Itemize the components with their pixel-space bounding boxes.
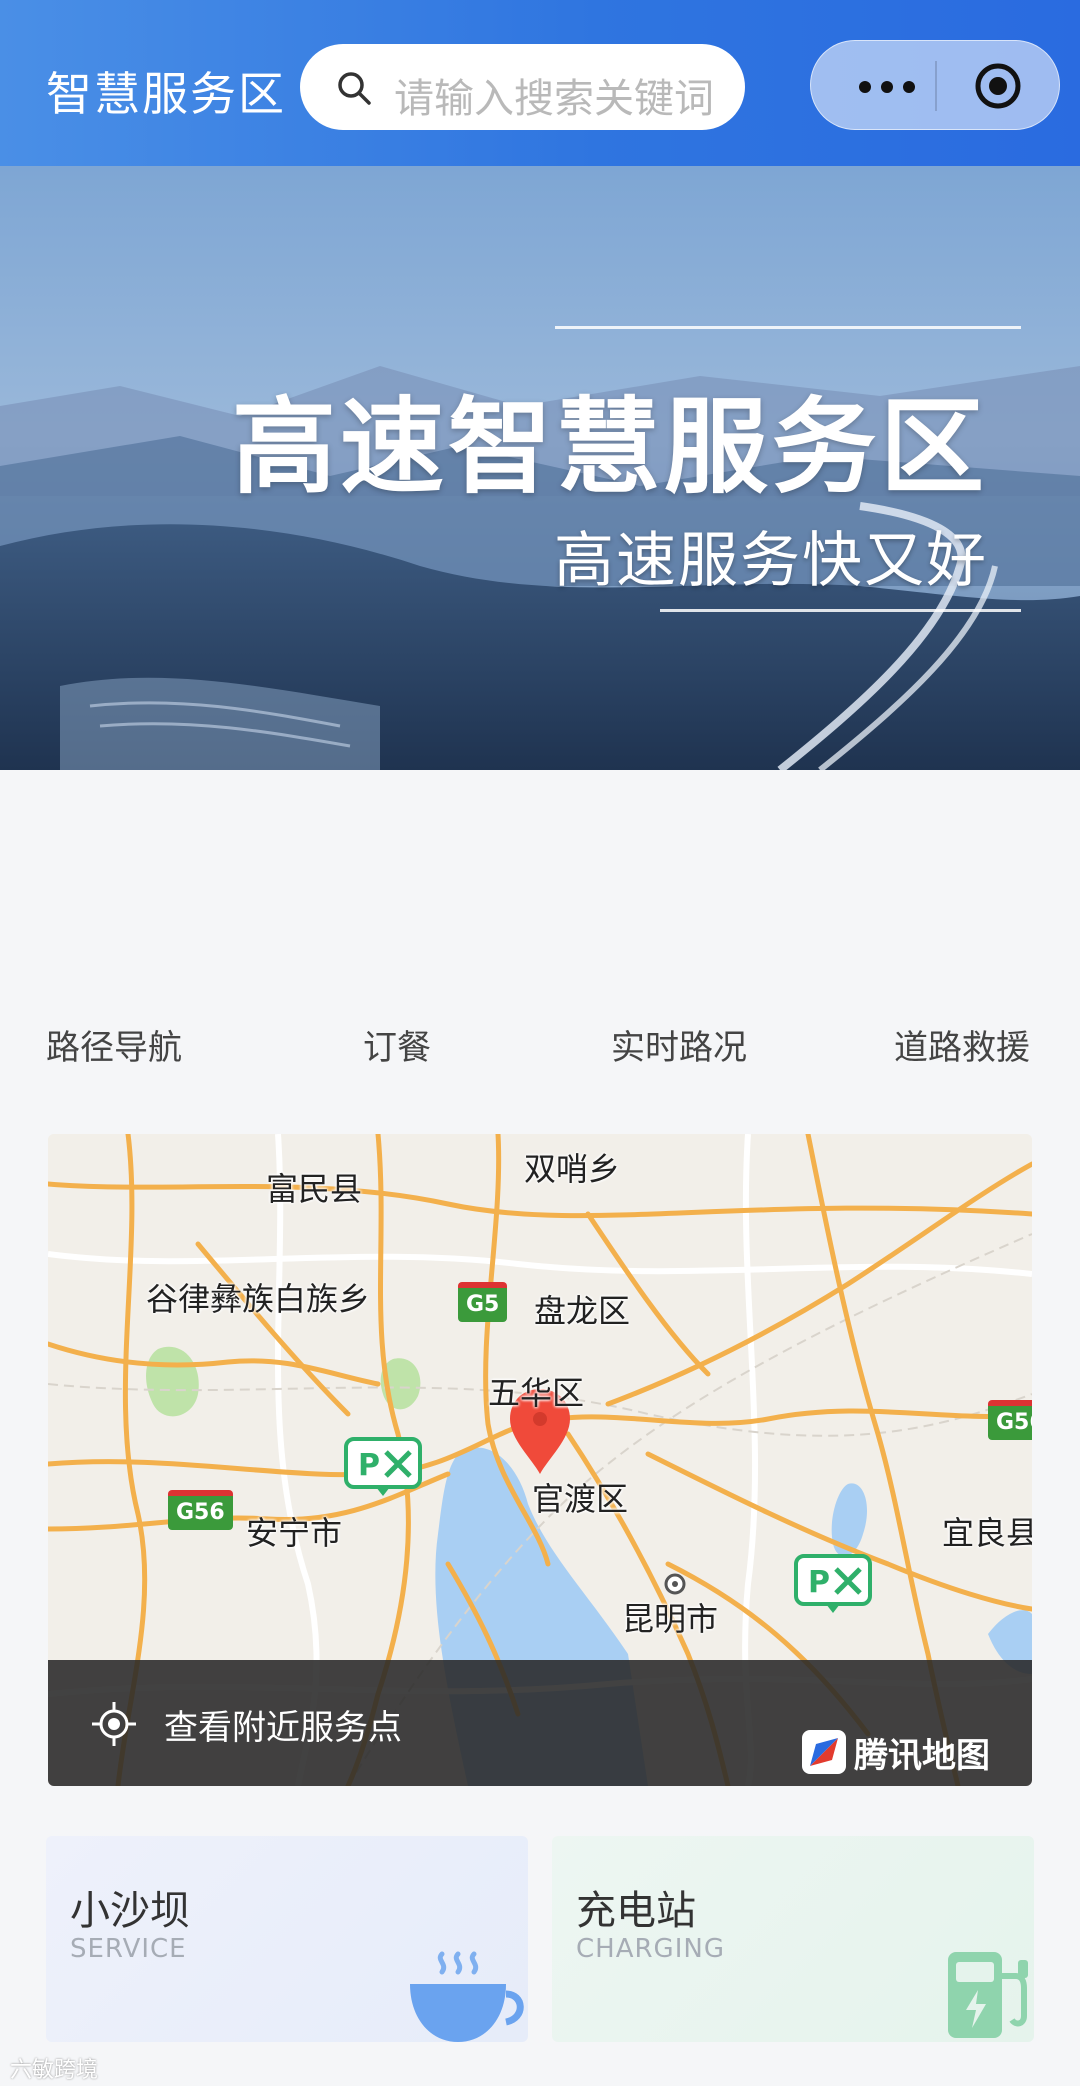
map-label-kunming: 昆明市: [622, 1600, 719, 1638]
charging-card-subtitle: CHARGING: [576, 1934, 725, 1964]
nav-live-traffic[interactable]: 实时路况: [611, 1020, 747, 1069]
map-label-fumin: 富民县: [266, 1170, 363, 1208]
nav-road-rescue[interactable]: 道路救援: [894, 1020, 1030, 1069]
top-header: 智慧服务区 请输入搜索关键词: [0, 0, 1080, 166]
banner-divider-top: [555, 326, 1021, 329]
map-label-panlong: 盘龙区: [534, 1292, 631, 1330]
map-label-shuangshao: 双哨乡: [524, 1150, 621, 1188]
service-area-badge-east: P: [794, 1554, 872, 1613]
nearby-service-bar[interactable]: 查看附近服务点 腾讯地图: [48, 1660, 1032, 1786]
mini-program-capsule: [810, 40, 1060, 130]
banner-subtitle: 高速服务快又好: [554, 526, 988, 596]
app-title: 智慧服务区: [46, 67, 286, 121]
highway-shield-g56-east: G56: [988, 1400, 1032, 1440]
coffee-cup-icon: [410, 1951, 524, 2042]
map-label-anning: 安宁市: [246, 1514, 343, 1552]
search-placeholder: 请输入搜索关键词: [394, 76, 714, 122]
search-input[interactable]: 请输入搜索关键词: [300, 44, 745, 130]
highway-shield-g5: G5: [458, 1282, 508, 1322]
more-dots-icon[interactable]: [847, 67, 927, 107]
record-target-icon[interactable]: [973, 61, 1023, 111]
map-label-guandu: 官渡区: [532, 1480, 629, 1518]
service-area-badge-west: P: [344, 1437, 422, 1496]
capsule-divider: [935, 61, 937, 111]
quick-nav: 路径导航 订餐 实时路况 道路救援: [0, 1020, 1080, 1080]
service-area-map[interactable]: P P 双哨乡 富民县 谷律彝族白族乡 盘龙区 五华区 官渡区 安宁市 昆明市 …: [48, 1134, 1032, 1786]
service-card-title: 小沙坝: [70, 1888, 190, 1934]
map-label-yiliang: 宜良县: [942, 1514, 1032, 1552]
charging-station-card[interactable]: 充电站 CHARGING: [552, 1836, 1034, 2042]
tencent-map-logo: 腾讯地图: [802, 1726, 1012, 1776]
charging-card-title: 充电站: [576, 1888, 696, 1934]
nav-route-navigation[interactable]: 路径导航: [46, 1020, 182, 1069]
map-provider-label: 腾讯地图: [854, 1736, 990, 1776]
service-area-card[interactable]: 小沙坝 SERVICE: [46, 1836, 528, 2042]
banner-divider-bottom: [660, 609, 1021, 612]
nav-order-meal[interactable]: 订餐: [363, 1020, 431, 1069]
map-label-wuhua: 五华区: [488, 1374, 585, 1412]
svg-text:P: P: [808, 1565, 830, 1600]
svg-text:P: P: [358, 1448, 380, 1483]
nearby-service-label: 查看附近服务点: [164, 1708, 402, 1748]
tencent-map-icon: [802, 1730, 846, 1774]
search-icon: [338, 72, 371, 105]
hero-banner[interactable]: 高速智慧服务区 高速服务快又好: [0, 166, 1080, 770]
locate-icon: [92, 1702, 136, 1746]
watermark-text: 六敏跨境: [10, 2058, 99, 2083]
charging-station-icon: [948, 1952, 1028, 2038]
highway-shield-g56-west: G56: [168, 1490, 233, 1530]
map-label-gulv: 谷律彝族白族乡: [146, 1280, 371, 1318]
banner-title: 高速智慧服务区: [231, 386, 988, 508]
service-card-subtitle: SERVICE: [70, 1934, 187, 1964]
